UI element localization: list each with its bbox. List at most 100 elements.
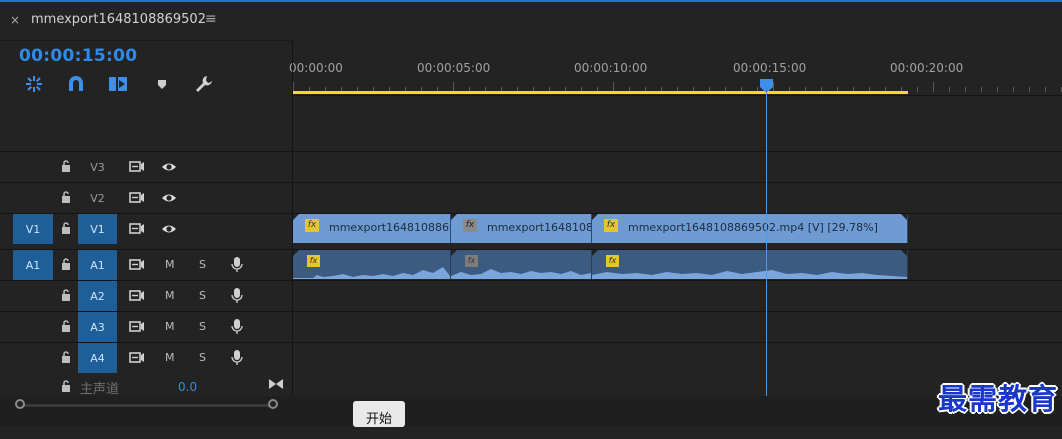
track-name-v1[interactable]: V1 bbox=[78, 214, 117, 244]
lock-icon[interactable] bbox=[61, 258, 71, 270]
audio-clip[interactable]: fx bbox=[592, 250, 908, 279]
zoom-scroll-track[interactable] bbox=[20, 404, 274, 407]
microphone-icon[interactable] bbox=[231, 287, 243, 304]
track-row-v3: V3 bbox=[0, 151, 1062, 182]
mute-button[interactable]: M bbox=[165, 289, 175, 302]
audio-clip[interactable]: fx bbox=[451, 250, 592, 279]
video-clip[interactable]: fx mmexport1648108869502.mp4 [V] [29.78%… bbox=[592, 214, 908, 243]
snap-magnet-icon[interactable] bbox=[65, 73, 87, 95]
ruler-tick bbox=[965, 87, 966, 92]
tab-menu-icon[interactable]: ≡ bbox=[205, 11, 217, 27]
tab-close-icon[interactable]: × bbox=[10, 13, 20, 27]
track-name-a3[interactable]: A3 bbox=[78, 312, 117, 342]
playhead-handle[interactable] bbox=[760, 79, 773, 93]
watermark-logo: 最需教育 bbox=[938, 382, 1059, 416]
ruler-time-label: 00:00:15:00 bbox=[733, 61, 807, 75]
audio-waveform bbox=[451, 269, 591, 279]
clip-corner bbox=[592, 214, 598, 220]
sync-lock-icon[interactable] bbox=[129, 160, 145, 173]
video-clip[interactable]: fx mmexport16481088 bbox=[451, 214, 592, 243]
track-name-a4[interactable]: A4 bbox=[78, 343, 117, 373]
ruler-tick bbox=[981, 87, 982, 92]
ruler-border bbox=[293, 95, 1062, 96]
ruler-time-label: 00:00:00 bbox=[289, 61, 343, 75]
nest-icon[interactable] bbox=[23, 73, 45, 95]
lock-icon[interactable] bbox=[61, 320, 71, 332]
solo-button[interactable]: S bbox=[199, 351, 206, 364]
lock-icon[interactable] bbox=[61, 191, 71, 203]
zoom-scroll-handle-left[interactable] bbox=[15, 399, 25, 409]
lock-icon[interactable] bbox=[61, 351, 71, 363]
solo-button[interactable]: S bbox=[199, 289, 206, 302]
ruler-time-label: 00:00:05:00 bbox=[417, 61, 491, 75]
sync-lock-icon[interactable] bbox=[129, 191, 145, 204]
ruler-time-label: 00:00:20:00 bbox=[890, 61, 964, 75]
sync-lock-icon[interactable] bbox=[129, 320, 145, 333]
playhead-line[interactable] bbox=[766, 93, 767, 396]
video-clip[interactable]: fx mmexport1648108869 bbox=[293, 214, 451, 243]
lock-icon[interactable] bbox=[61, 380, 71, 392]
fx-badge[interactable]: fx bbox=[305, 219, 319, 232]
audio-waveform bbox=[592, 270, 907, 279]
linked-selection-icon[interactable] bbox=[107, 73, 129, 95]
master-track-label: 主声道 bbox=[80, 382, 120, 397]
sync-lock-icon[interactable] bbox=[129, 258, 145, 271]
time-ruler[interactable]: 00:00:00 00:00:05:00 00:00:10:00 00:00:15:0… bbox=[289, 40, 1062, 96]
ruler-tick bbox=[1045, 87, 1046, 92]
ruler-tick bbox=[933, 82, 934, 92]
lock-icon[interactable] bbox=[61, 160, 71, 172]
clip-corner bbox=[901, 214, 907, 220]
eye-icon[interactable] bbox=[161, 161, 177, 173]
solo-button[interactable]: S bbox=[199, 320, 206, 333]
lock-icon[interactable] bbox=[61, 289, 71, 301]
track-name-a1[interactable]: A1 bbox=[78, 250, 117, 280]
sync-lock-icon[interactable] bbox=[129, 222, 145, 235]
microphone-icon[interactable] bbox=[231, 256, 243, 273]
sequence-tab-title[interactable]: mmexport1648108869502 bbox=[31, 12, 206, 27]
zoom-scroll-handle-right[interactable] bbox=[268, 399, 278, 409]
start-tooltip: 开始 bbox=[353, 401, 405, 427]
ruler-tick bbox=[949, 87, 950, 92]
ruler-tick bbox=[997, 87, 998, 92]
ruler-tick bbox=[1029, 87, 1030, 92]
wrench-settings-icon[interactable] bbox=[193, 73, 215, 95]
master-expand-icon[interactable] bbox=[268, 378, 284, 390]
work-area-bar[interactable] bbox=[293, 91, 908, 94]
mute-button[interactable]: M bbox=[165, 258, 175, 271]
track-name-v3[interactable]: V3 bbox=[78, 152, 117, 182]
mute-button[interactable]: M bbox=[165, 351, 175, 364]
track-row-v2: V2 bbox=[0, 182, 1062, 213]
track-name-v2[interactable]: V2 bbox=[78, 183, 117, 213]
sync-lock-icon[interactable] bbox=[129, 289, 145, 302]
clip-label: mmexport1648108869 bbox=[329, 221, 451, 234]
clip-corner bbox=[293, 214, 299, 220]
track-row-a2: A2 M S bbox=[0, 280, 1062, 311]
clip-corner bbox=[451, 214, 457, 220]
playhead-timecode[interactable]: 00:00:15:00 bbox=[19, 46, 137, 66]
master-track-row: 主声道 0.0 bbox=[0, 375, 292, 397]
audio-clip[interactable]: fx bbox=[293, 250, 451, 279]
sync-lock-icon[interactable] bbox=[129, 351, 145, 364]
zoom-scroll-bar bbox=[0, 396, 1062, 426]
master-volume-value[interactable]: 0.0 bbox=[178, 380, 197, 394]
microphone-icon[interactable] bbox=[231, 318, 243, 335]
source-patch-v1[interactable]: V1 bbox=[13, 214, 53, 244]
microphone-icon[interactable] bbox=[231, 349, 243, 366]
clip-label: mmexport16481088 bbox=[487, 221, 592, 234]
ruler-tick bbox=[917, 87, 918, 92]
mute-button[interactable]: M bbox=[165, 320, 175, 333]
solo-button[interactable]: S bbox=[199, 258, 206, 271]
track-row-a4: A4 M S bbox=[0, 342, 1062, 373]
eye-icon[interactable] bbox=[161, 192, 177, 204]
audio-waveform bbox=[293, 267, 450, 279]
track-row-a3: A3 M S bbox=[0, 311, 1062, 342]
ruler-time-label: 00:00:10:00 bbox=[574, 61, 648, 75]
fx-badge[interactable]: fx bbox=[604, 219, 618, 232]
eye-icon[interactable] bbox=[161, 223, 177, 235]
source-patch-a1[interactable]: A1 bbox=[13, 250, 53, 280]
fx-badge[interactable]: fx bbox=[463, 219, 477, 232]
lock-icon[interactable] bbox=[61, 222, 71, 234]
clip-label: mmexport1648108869502.mp4 [V] [29.78%] bbox=[628, 221, 878, 234]
add-marker-icon[interactable] bbox=[151, 73, 173, 95]
track-name-a2[interactable]: A2 bbox=[78, 281, 117, 311]
